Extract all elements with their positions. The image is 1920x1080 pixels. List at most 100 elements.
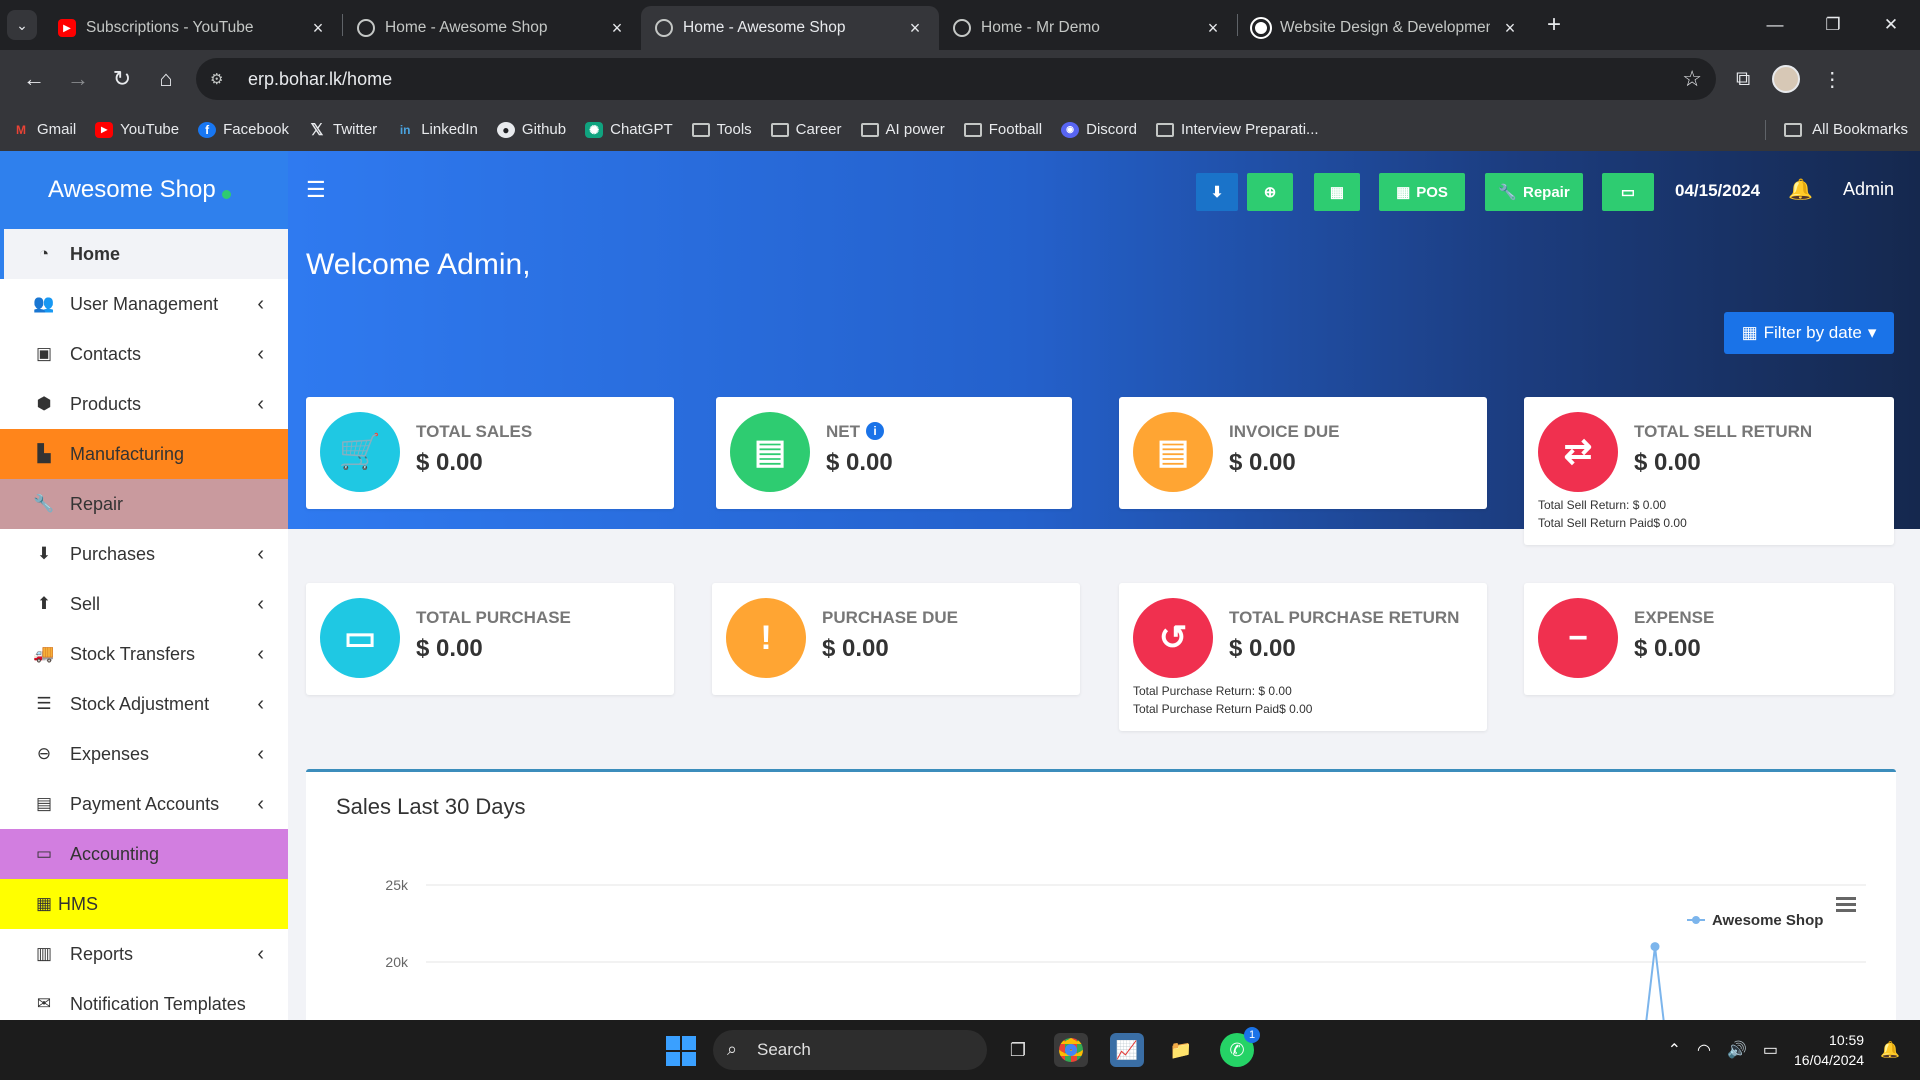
bookmark-folder-ai-power[interactable]: AI power [860,121,945,138]
bookmark-twitter[interactable]: 𝕏 Twitter [308,121,378,139]
brand-header[interactable]: Awesome Shop [0,151,288,229]
sidebar-item-notification-templates[interactable]: ✉ Notification Templates [0,979,288,1020]
browser-tab[interactable]: ▶ Subscriptions - YouTube × [44,6,342,50]
sidebar-item-label: Repair [70,493,124,514]
sidebar-item-accounting[interactable]: ▭ Accounting [0,829,288,879]
close-window-icon[interactable]: ✕ [1862,0,1920,50]
site-icon [1250,17,1272,39]
sidebar-item-sell[interactable]: ⬆ Sell ‹ [0,579,288,629]
card-subtext: Total Sell Return Paid$ 0.00 [1538,516,1687,530]
bookmark-label: LinkedIn [421,121,478,138]
sidebar-item-stock-transfers[interactable]: 🚚 Stock Transfers ‹ [0,629,288,679]
chevron-up-icon[interactable]: ⌃ [1668,1040,1681,1060]
bookmark-linkedin[interactable]: in LinkedIn [396,121,478,138]
chrome-icon[interactable] [1054,1033,1088,1067]
site-info-icon[interactable]: ⚙ [210,70,238,88]
hamburger-menu-icon[interactable]: ☰ [306,177,326,203]
home-icon[interactable]: ⌂ [144,57,188,101]
card-subtext: Total Purchase Return: $ 0.00 [1133,684,1292,698]
minimize-icon[interactable]: — [1746,0,1804,50]
sidebar-item-repair[interactable]: 🔧 Repair [0,479,288,529]
task-view-icon[interactable]: ❐ [1001,1033,1035,1067]
wifi-icon[interactable]: ◠ [1697,1040,1711,1060]
browser-tab-active[interactable]: Home - Awesome Shop × [641,6,939,50]
more-menu-icon[interactable]: ⋮ [1822,67,1842,92]
sidebar-item-expenses[interactable]: ⊖ Expenses ‹ [0,729,288,779]
card-label: TOTAL PURCHASE [416,608,571,627]
close-tab-icon[interactable]: × [905,18,925,39]
sidebar-item-home[interactable]: ◔ Home [0,229,288,279]
sidebar-item-reports[interactable]: ▥ Reports ‹ [0,929,288,979]
extensions-icon[interactable]: ⧉ [1736,68,1750,91]
forward-icon[interactable]: → [56,57,100,101]
notifications-icon[interactable]: 🔔 [1880,1040,1900,1060]
folder-icon [691,122,710,137]
bookmark-folder-interview[interactable]: Interview Preparati... [1155,121,1319,138]
filter-by-date-button[interactable]: ▦ Filter by date ▾ [1724,312,1894,354]
volume-icon[interactable]: 🔊 [1727,1040,1747,1060]
bookmark-folder-tools[interactable]: Tools [691,121,752,138]
bookmark-folder-football[interactable]: Football [963,121,1042,138]
tab-search-button[interactable]: ⌄ [0,0,44,50]
file-explorer-icon[interactable]: 📁 [1164,1033,1198,1067]
browser-tab[interactable]: Home - Awesome Shop × [343,6,641,50]
close-tab-icon[interactable]: × [1500,18,1520,39]
sidebar-item-user-management[interactable]: 👥 User Management ‹ [0,279,288,329]
card-invoice-due: ▤ INVOICE DUE $ 0.00 [1119,397,1487,509]
cash-register-button[interactable]: ▭ [1602,173,1654,211]
card-value: $ 0.00 [1634,635,1701,662]
bookmark-gmail[interactable]: M Gmail [12,121,76,138]
sidebar-item-stock-adjustment[interactable]: ☰ Stock Adjustment ‹ [0,679,288,729]
new-tab-button[interactable]: + [1534,11,1574,39]
sidebar-item-contacts[interactable]: ▣ Contacts ‹ [0,329,288,379]
whatsapp-icon[interactable]: ✆ 1 [1220,1027,1260,1067]
bookmark-folder-career[interactable]: Career [770,121,842,138]
back-icon[interactable]: ← [12,57,56,101]
sidebar-item-manufacturing[interactable]: ▙ Manufacturing [0,429,288,479]
battery-icon[interactable]: ▭ [1763,1040,1778,1060]
sidebar-item-products[interactable]: ⬢ Products ‹ [0,379,288,429]
bookmark-label: Interview Preparati... [1180,121,1319,138]
resource-monitor-icon[interactable]: 📈 [1110,1033,1144,1067]
all-bookmarks[interactable]: All Bookmarks [1765,119,1908,140]
sidebar-item-purchases[interactable]: ⬇ Purchases ‹ [0,529,288,579]
globe-icon [953,19,971,37]
card-purchase-due: ! PURCHASE DUE $ 0.00 [712,583,1080,695]
taskbar-search[interactable]: ⌕ Search [713,1030,987,1070]
bookmark-star-icon[interactable]: ☆ [1682,66,1702,92]
info-icon[interactable]: i [866,422,884,440]
close-tab-icon[interactable]: × [308,18,328,39]
bell-icon[interactable]: 🔔 [1788,177,1813,202]
bookmark-discord[interactable]: ◉ Discord [1061,121,1137,138]
user-menu[interactable]: Admin [1843,179,1894,200]
repair-button[interactable]: 🔧 Repair [1485,173,1583,211]
card-value: $ 0.00 [822,635,889,662]
sidebar-item-hms[interactable]: ▦ HMS [0,879,288,929]
windows-taskbar: ⌕ Search ❐ 📈 📁 ✆ 1 ⌃ ◠ 🔊 ▭ 10:59 16/04/20… [0,1020,1920,1080]
browser-tab[interactable]: Website Design & Developmen × [1238,6,1534,50]
bookmark-youtube[interactable]: ▶ YouTube [95,121,179,138]
reload-icon[interactable]: ↻ [100,57,144,101]
close-tab-icon[interactable]: × [607,18,627,39]
calculator-button[interactable]: ▦ [1314,173,1360,211]
pos-button[interactable]: ▦ POS [1379,173,1465,211]
close-tab-icon[interactable]: × [1203,18,1223,39]
sidebar-item-payment-accounts[interactable]: ▤ Payment Accounts ‹ [0,779,288,829]
windows-start-icon[interactable] [666,1036,696,1066]
minus-circle-icon: − [1538,598,1618,678]
bookmark-github[interactable]: ● Github [496,121,566,138]
bookmark-chatgpt[interactable]: ✺ ChatGPT [585,121,673,138]
chart-menu-icon [1836,909,1856,912]
restore-icon[interactable]: ❐ [1804,0,1862,50]
url-text: erp.bohar.lk/home [248,68,393,89]
clock[interactable]: 10:59 16/04/2024 [1794,1030,1864,1070]
profile-avatar[interactable] [1772,65,1801,93]
bookmark-facebook[interactable]: f Facebook [198,121,289,138]
address-bar[interactable]: ⚙ erp.bohar.lk/home ☆ [196,58,1716,100]
download-button[interactable]: ⬇ [1196,173,1238,211]
add-button[interactable]: ⊕ [1247,173,1293,211]
browser-tab[interactable]: Home - Mr Demo × [939,6,1237,50]
card-total-sell-return: ⇄ TOTAL SELL RETURN $ 0.00 Total Sell Re… [1524,397,1894,545]
y-tick-label: 25k [385,877,409,893]
arrow-circle-down-icon: ⬇ [36,544,52,563]
